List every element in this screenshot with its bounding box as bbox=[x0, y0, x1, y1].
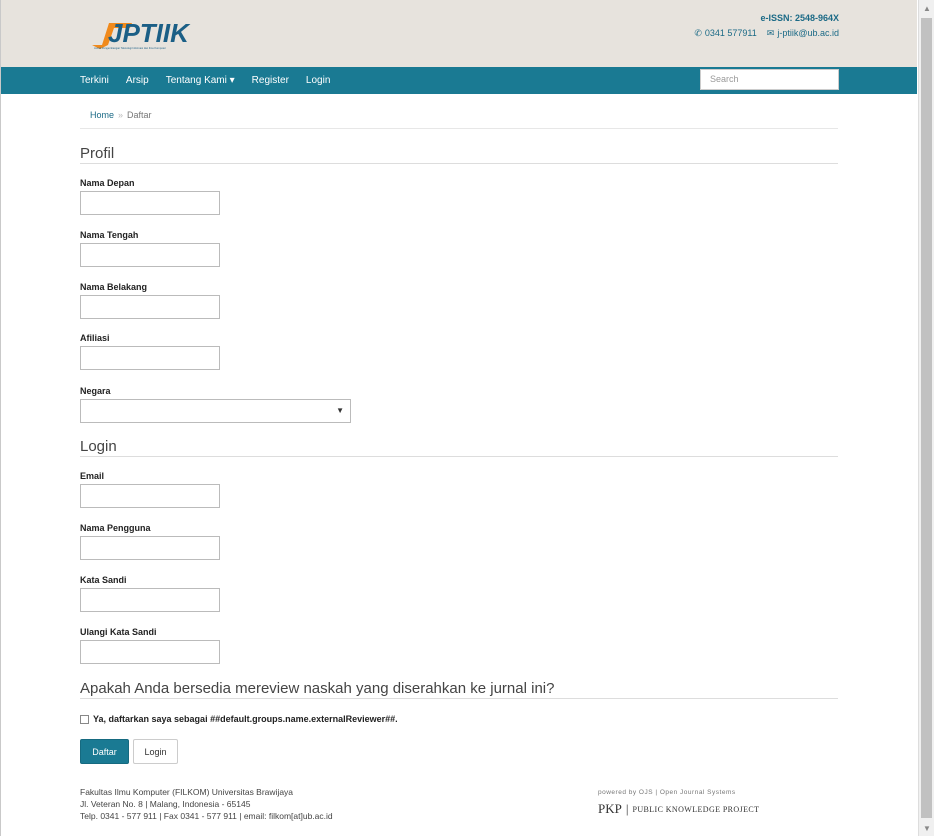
reviewer-checkbox[interactable] bbox=[80, 714, 89, 724]
reviewer-checkbox-label: Ya, daftarkan saya sebagai ##default.gro… bbox=[93, 714, 398, 724]
pkp-full-name: PUBLIC KNOWLEDGE PROJECT bbox=[632, 804, 760, 814]
profil-divider bbox=[80, 163, 838, 164]
footer-address: Fakultas Ilmu Komputer (FILKOM) Universi… bbox=[80, 786, 333, 822]
ulangi-kata-sandi-label: Ulangi Kata Sandi bbox=[80, 627, 157, 637]
negara-select[interactable]: ▼ bbox=[80, 399, 351, 423]
footer-line-1: Fakultas Ilmu Komputer (FILKOM) Universi… bbox=[80, 787, 294, 797]
negara-label: Negara bbox=[80, 386, 111, 396]
review-divider bbox=[80, 698, 838, 699]
daftar-button[interactable]: Daftar bbox=[80, 739, 129, 764]
vertical-scrollbar[interactable]: ▲ ▼ bbox=[918, 0, 934, 836]
login-divider bbox=[80, 456, 838, 457]
footer-line-2: Jl. Veteran No. 8 | Malang, Indonesia - … bbox=[80, 799, 251, 809]
login-section-title: Login bbox=[80, 438, 117, 455]
kata-sandi-label: Kata Sandi bbox=[80, 575, 127, 585]
nav-menu: Terkini Arsip Tentang Kami ▾ Register Lo… bbox=[80, 67, 330, 94]
review-question-title: Apakah Anda bersedia mereview naskah yan… bbox=[80, 680, 555, 697]
main-navbar: Terkini Arsip Tentang Kami ▾ Register Lo… bbox=[1, 67, 917, 94]
pkp-abbr: PKP bbox=[598, 801, 622, 816]
reviewer-checkbox-row[interactable]: Ya, daftarkan saya sebagai ##default.gro… bbox=[80, 714, 398, 724]
login-button[interactable]: Login bbox=[133, 739, 178, 764]
breadcrumb-divider bbox=[80, 128, 838, 129]
nama-tengah-input[interactable] bbox=[80, 243, 220, 267]
phone-contact: ✆ 0341 577911 bbox=[694, 28, 756, 39]
nama-pengguna-input[interactable] bbox=[80, 536, 220, 560]
logo-text: JPTIIK bbox=[108, 18, 191, 48]
breadcrumb-home[interactable]: Home bbox=[90, 110, 114, 120]
ojs-credit[interactable]: powered by OJS | Open Journal Systems bbox=[598, 789, 736, 796]
scroll-down-icon[interactable]: ▼ bbox=[919, 820, 934, 836]
scrollbar-thumb[interactable] bbox=[921, 18, 932, 818]
nama-depan-label: Nama Depan bbox=[80, 178, 135, 188]
phone-icon: ✆ bbox=[694, 28, 702, 38]
nav-tentang-kami[interactable]: Tentang Kami ▾ bbox=[166, 75, 235, 86]
caret-down-icon: ▼ bbox=[336, 406, 344, 415]
issn-text: e-ISSN: 2548-964X bbox=[760, 13, 839, 23]
nama-pengguna-label: Nama Pengguna bbox=[80, 523, 151, 533]
ulangi-kata-sandi-input[interactable] bbox=[80, 640, 220, 664]
nama-tengah-label: Nama Tengah bbox=[80, 230, 139, 240]
nav-arsip[interactable]: Arsip bbox=[126, 75, 149, 86]
email-contact[interactable]: ✉ j-ptiik@ub.ac.id bbox=[767, 28, 839, 39]
breadcrumb: Home » Daftar bbox=[90, 110, 152, 120]
jptiik-logo[interactable]: JPTIIK Jurnal Pengembangan Teknologi Inf… bbox=[88, 15, 213, 51]
nama-depan-input[interactable] bbox=[80, 191, 220, 215]
nav-login[interactable]: Login bbox=[306, 75, 330, 86]
nav-terkini[interactable]: Terkini bbox=[80, 75, 109, 86]
contact-info: ✆ 0341 577911 ✉ j-ptiik@ub.ac.id bbox=[694, 28, 839, 39]
logo-subtitle: Jurnal Pengembangan Teknologi Informasi … bbox=[94, 46, 166, 50]
search-input[interactable]: Search bbox=[700, 69, 839, 90]
pkp-logo[interactable]: PKP | PUBLIC KNOWLEDGE PROJECT bbox=[598, 801, 759, 817]
nama-belakang-label: Nama Belakang bbox=[80, 282, 148, 292]
nav-register[interactable]: Register bbox=[252, 75, 289, 86]
pkp-bar: | bbox=[625, 801, 629, 816]
email-label: Email bbox=[80, 471, 105, 481]
envelope-icon: ✉ bbox=[766, 28, 775, 38]
footer-line-3: Telp. 0341 - 577 911 | Fax 0341 - 577 91… bbox=[80, 811, 333, 821]
email-link[interactable]: j-ptiik@ub.ac.id bbox=[777, 28, 839, 38]
breadcrumb-separator: » bbox=[118, 110, 124, 120]
nama-belakang-input[interactable] bbox=[80, 295, 220, 319]
scroll-up-icon[interactable]: ▲ bbox=[919, 0, 934, 16]
afiliasi-input[interactable] bbox=[80, 346, 220, 370]
site-header: JPTIIK Jurnal Pengembangan Teknologi Inf… bbox=[1, 0, 917, 67]
email-field[interactable] bbox=[80, 484, 220, 508]
profil-title: Profil bbox=[80, 145, 115, 162]
afiliasi-label: Afiliasi bbox=[80, 333, 110, 343]
kata-sandi-input[interactable] bbox=[80, 588, 220, 612]
phone-number: 0341 577911 bbox=[704, 28, 757, 38]
breadcrumb-current: Daftar bbox=[127, 110, 152, 120]
